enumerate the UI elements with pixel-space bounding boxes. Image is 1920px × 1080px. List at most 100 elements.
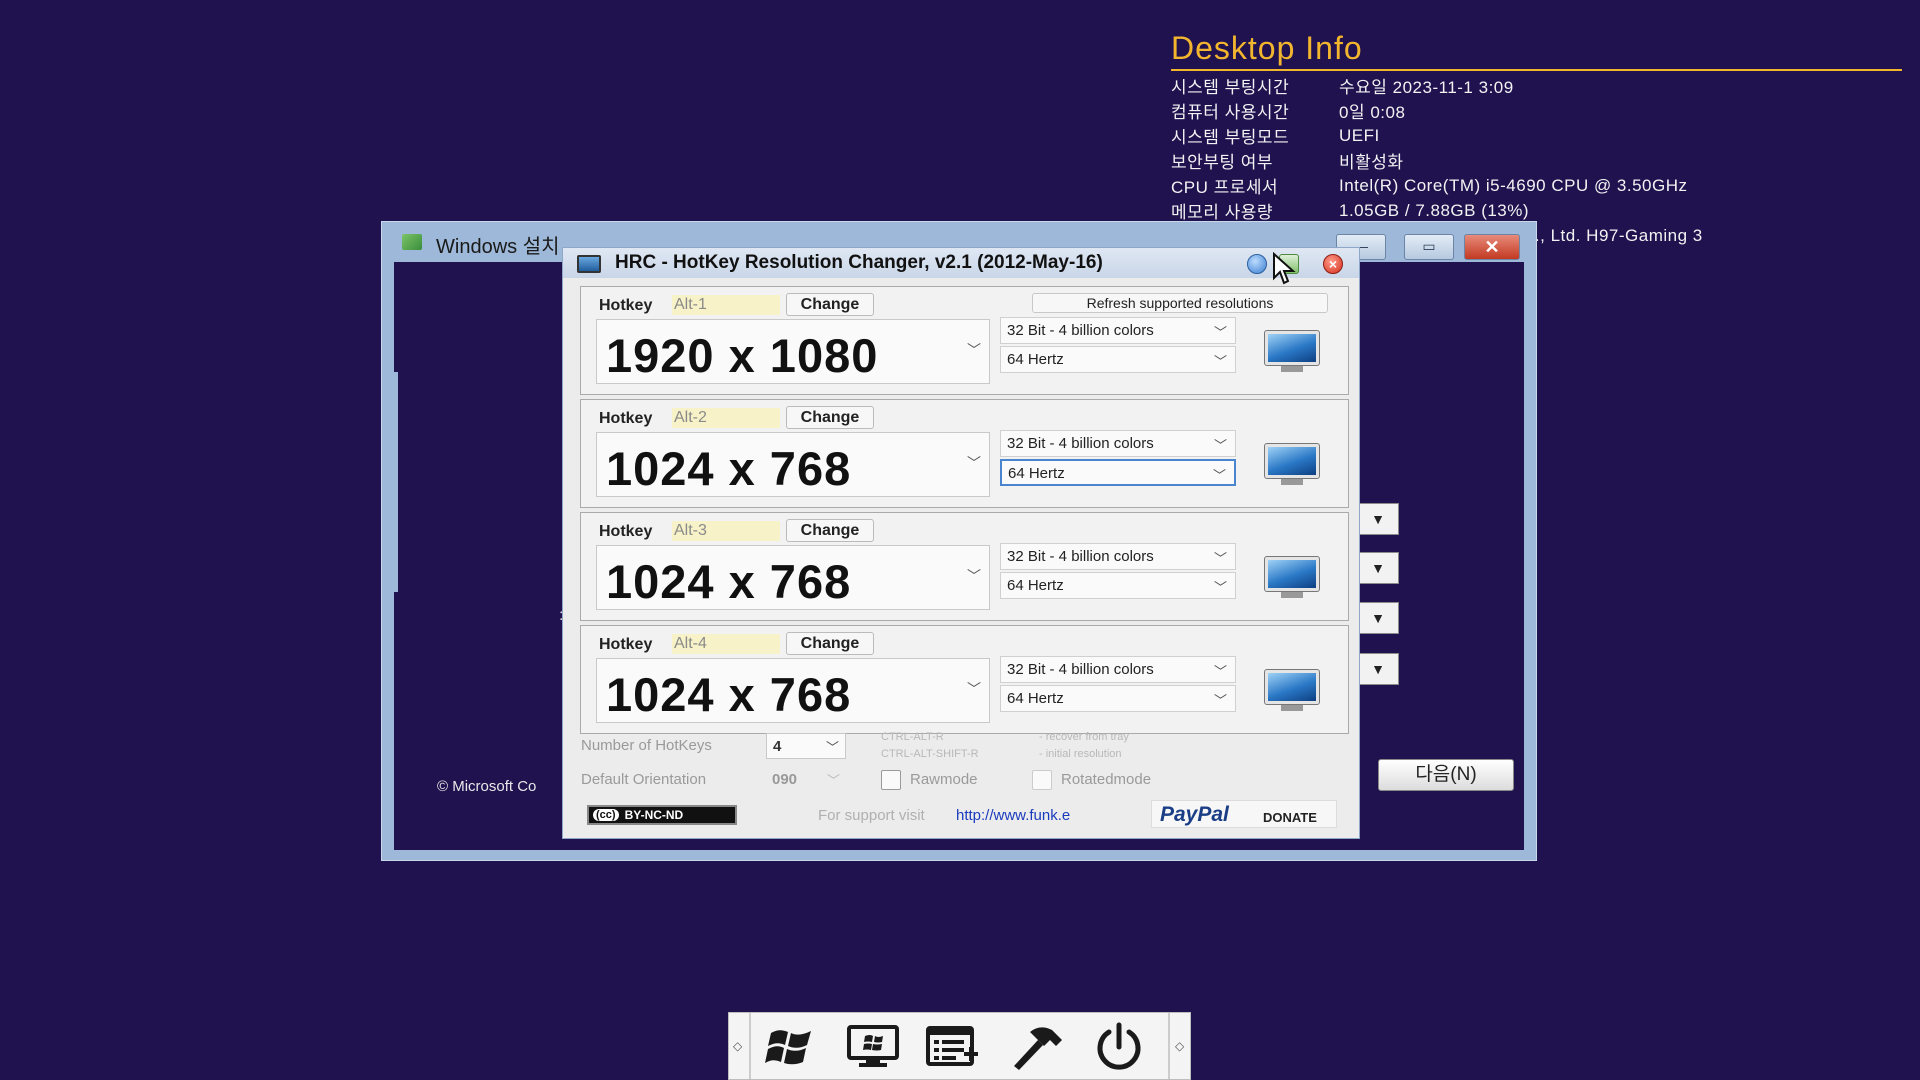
monitor-icon[interactable] [843, 1021, 903, 1073]
resolution-select[interactable]: 1024 x 768 ﹀ [596, 658, 990, 723]
info-value: Intel(R) Core(TM) i5-4690 CPU @ 3.50GHz [1339, 175, 1688, 195]
resolution-select[interactable]: 1024 x 768 ﹀ [596, 545, 990, 610]
help-icon[interactable] [1247, 254, 1267, 274]
copyright-text: © Microsoft Co [437, 778, 537, 795]
cc-license-badge[interactable]: (cc) BY-NC-ND [587, 805, 737, 825]
resolution-select[interactable]: 1024 x 768 ﹀ [596, 432, 990, 497]
pe-taskbar: ◇ ◇ [728, 1012, 1191, 1080]
num-hotkeys-select[interactable]: 4 ﹀ [766, 733, 846, 759]
info-row: 시스템 부팅시간 수요일 2023-11-1 3:09 [1171, 73, 1703, 98]
keyboard-dropdown-toggle[interactable]: ▼ [1357, 602, 1399, 634]
color-depth-select[interactable]: 32 Bit - 4 billion colors ﹀ [1000, 317, 1236, 344]
paypal-logo: PayPal [1160, 803, 1229, 826]
info-key: 메모리 사용량 [1171, 203, 1274, 222]
resolution-value: 1920 x 1080 [606, 329, 879, 382]
paypal-donate-button[interactable]: PayPal DONATE [1151, 800, 1337, 828]
color-depth-select[interactable]: 32 Bit - 4 billion colors ﹀ [1000, 543, 1236, 570]
chevron-down-icon: ﹀ [967, 342, 981, 358]
shortcut-recover-keys: CTRL-ALT-R [881, 731, 944, 743]
change-hotkey-button[interactable]: Change [786, 519, 874, 542]
power-icon[interactable] [1089, 1021, 1149, 1073]
chevron-down-icon: ﹀ [1213, 693, 1227, 708]
windows-icon[interactable] [761, 1021, 821, 1073]
num-hotkeys-value: 4 [773, 738, 782, 755]
color-depth-value: 32 Bit - 4 billion colors [1007, 661, 1154, 678]
mouse-cursor-icon [1273, 252, 1296, 285]
refresh-rate-select[interactable]: 64 Hertz ﹀ [1000, 459, 1236, 486]
chevron-down-icon: ﹀ [1213, 354, 1227, 369]
resolution-select[interactable]: 1920 x 1080 ﹀ [596, 319, 990, 384]
monitor-app-icon [577, 255, 601, 273]
resolution-value: 1024 x 768 [606, 555, 852, 608]
chevron-down-icon: ﹀ [1213, 580, 1227, 595]
refresh-resolutions-button[interactable]: Refresh supported resolutions [1032, 293, 1328, 313]
chevron-down-icon: ﹀ [825, 740, 839, 755]
hotkey-label: Hotkey [599, 297, 653, 314]
hrc-title: HRC - HotKey Resolution Changer, v2.1 (2… [615, 252, 1103, 273]
rawmode-label: Rawmode [910, 771, 978, 788]
language-dropdown-toggle[interactable]: ▼ [1357, 503, 1399, 535]
time-format-dropdown-toggle[interactable]: ▼ [1357, 552, 1399, 584]
refresh-rate-value: 64 Hertz [1007, 577, 1064, 594]
change-hotkey-button[interactable]: Change [786, 293, 874, 316]
extra-dropdown-toggle[interactable]: ▼ [1357, 653, 1399, 685]
chevron-down-icon: ﹀ [1213, 551, 1227, 566]
chevron-down-icon: ﹀ [1213, 438, 1227, 453]
hotkey-value-field[interactable]: Alt-3 [672, 521, 780, 541]
hotkey-panel-4: Hotkey Alt-4 Change 1024 x 768 ﹀ 32 Bit … [580, 625, 1349, 734]
resolution-value: 1024 x 768 [606, 442, 852, 495]
info-value: 비활성화 [1339, 153, 1404, 172]
info-value: UEFI [1339, 125, 1380, 145]
desktop-info-panel: Desktop Info 시스템 부팅시간 수요일 2023-11-1 3:09 … [1171, 30, 1902, 248]
hotkey-value-field[interactable]: Alt-1 [672, 295, 780, 315]
desktop-info-divider [1171, 69, 1902, 71]
hotkey-label: Hotkey [599, 410, 653, 427]
apply-resolution-monitor-icon[interactable] [1264, 556, 1320, 599]
color-depth-value: 32 Bit - 4 billion colors [1007, 322, 1154, 339]
donate-label: DONATE [1263, 810, 1317, 825]
maximize-button[interactable]: ▭ [1404, 234, 1454, 260]
color-depth-select[interactable]: 32 Bit - 4 billion colors ﹀ [1000, 430, 1236, 457]
chevron-down-icon: ﹀ [967, 568, 981, 584]
setup-window-title: Windows 설치 [436, 236, 560, 258]
taskbar-divider [1168, 1013, 1170, 1079]
info-row: 컴퓨터 사용시간 0일 0:08 [1171, 98, 1703, 123]
desktop-info-title: Desktop Info [1171, 30, 1363, 66]
chevron-down-icon: ﹀ [967, 455, 981, 471]
apply-resolution-monitor-icon[interactable] [1264, 330, 1320, 373]
hrc-close-icon[interactable]: × [1323, 254, 1343, 274]
shortcut-recover-desc: - recover from tray [1039, 731, 1129, 743]
support-link[interactable]: http://www.funk.e [956, 807, 1070, 824]
scroll-left-icon[interactable]: ◇ [733, 1039, 742, 1053]
rawmode-checkbox[interactable] [881, 770, 901, 790]
info-key: 보안부팅 여부 [1171, 153, 1274, 172]
hotkey-value-field[interactable]: Alt-2 [672, 408, 780, 428]
support-label: For support visit [818, 807, 925, 824]
scroll-right-icon[interactable]: ◇ [1175, 1039, 1184, 1053]
rotatedmode-checkbox[interactable] [1032, 770, 1052, 790]
change-hotkey-button[interactable]: Change [786, 406, 874, 429]
color-depth-select[interactable]: 32 Bit - 4 billion colors ﹀ [1000, 656, 1236, 683]
refresh-rate-select[interactable]: 64 Hertz ﹀ [1000, 572, 1236, 599]
chevron-down-icon: ﹀ [1213, 664, 1227, 679]
windows-setup-icon [402, 234, 422, 250]
num-hotkeys-label: Number of HotKeys [581, 737, 712, 754]
color-depth-value: 32 Bit - 4 billion colors [1007, 548, 1154, 565]
change-hotkey-button[interactable]: Change [786, 632, 874, 655]
apply-resolution-monitor-icon[interactable] [1264, 443, 1320, 486]
hotkey-value-field[interactable]: Alt-4 [672, 634, 780, 654]
task-list-icon[interactable] [925, 1021, 985, 1073]
refresh-rate-select[interactable]: 64 Hertz ﹀ [1000, 685, 1236, 712]
tools-hammer-icon[interactable] [1007, 1021, 1067, 1073]
orientation-select[interactable]: 090 ﹀ [766, 767, 846, 793]
hotkey-label: Hotkey [599, 523, 653, 540]
close-button[interactable]: ✕ [1464, 234, 1520, 260]
cc-logo-icon: (cc) [593, 809, 619, 821]
hrc-titlebar[interactable]: HRC - HotKey Resolution Changer, v2.1 (2… [563, 248, 1359, 278]
apply-resolution-monitor-icon[interactable] [1264, 669, 1320, 712]
info-key: 컴퓨터 사용시간 [1171, 103, 1290, 122]
info-row: 보안부팅 여부 비활성화 [1171, 148, 1703, 173]
info-row: CPU 프로세서 Intel(R) Core(TM) i5-4690 CPU @ … [1171, 173, 1703, 198]
refresh-rate-select[interactable]: 64 Hertz ﹀ [1000, 346, 1236, 373]
next-button[interactable]: 다음(N) [1378, 759, 1514, 791]
